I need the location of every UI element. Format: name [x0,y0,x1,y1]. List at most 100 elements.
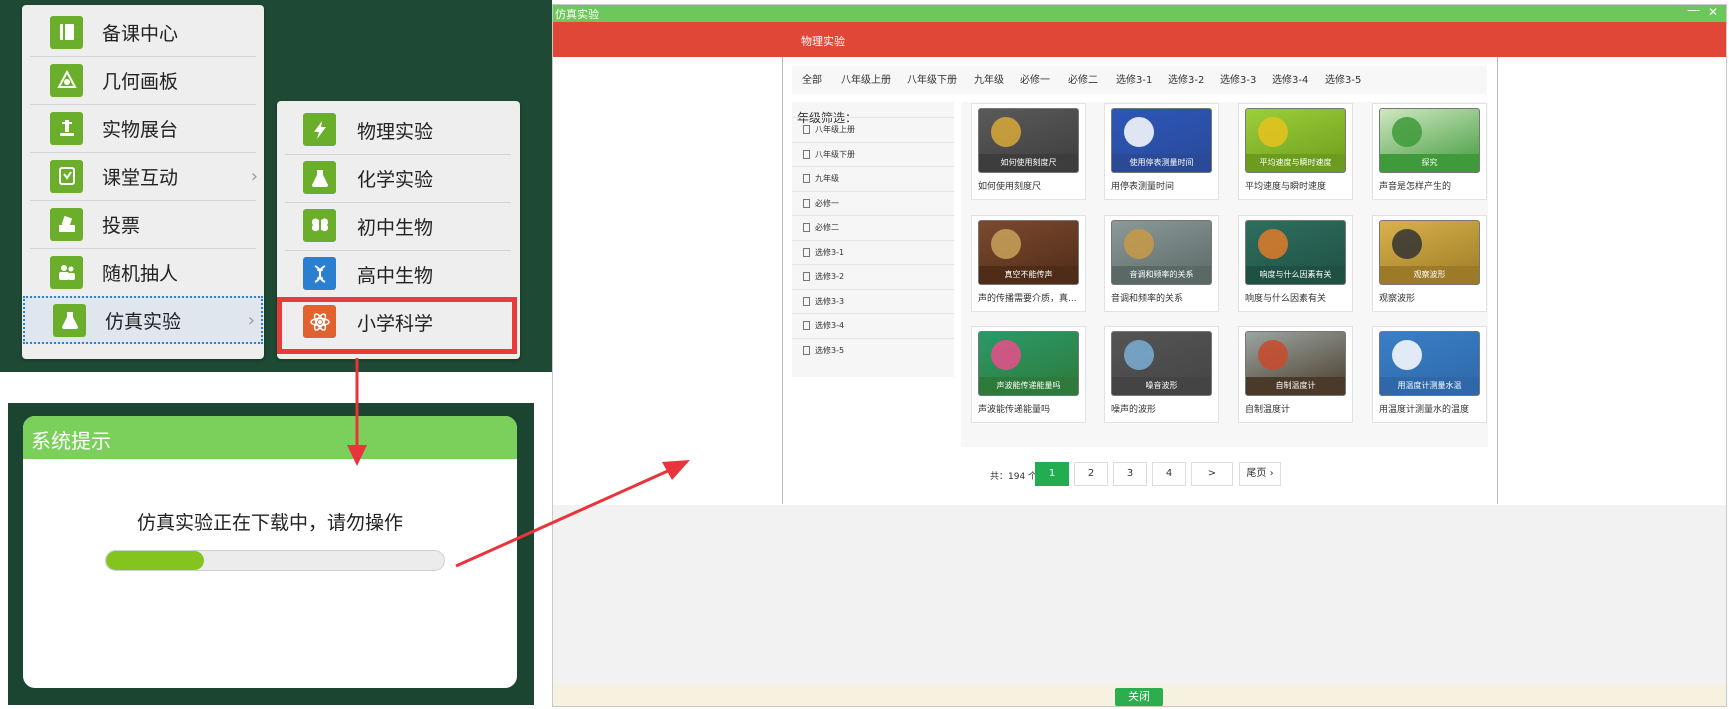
submenu-item[interactable]: 物理实验 [277,106,520,154]
menu-item-label: 仿真实验 [105,310,182,333]
grade-tab[interactable]: 九年级 [974,71,1004,86]
menu-item[interactable]: 实物展台 [22,104,264,152]
grade-filter-label: 八年级下册 [815,149,855,159]
lightning-icon [303,113,336,146]
flask-icon-glyph [61,312,78,329]
experiment-title: 响度与什么因素有关 [1245,294,1327,304]
page-button[interactable]: 4 [1152,462,1186,486]
grade-tab[interactable]: 八年级下册 [907,71,957,86]
butterfly-icon [303,209,336,242]
window-close-button[interactable]: ✕ [1708,5,1718,19]
grade-filter-item[interactable]: 九年级 [792,166,954,190]
grade-filter-item[interactable]: 选修3-1 [792,239,954,264]
experiment-thumbnail: 平均速度与瞬时速度 [1245,108,1346,173]
grade-filter-label: 九年级 [815,174,839,183]
experiment-card[interactable]: 如何使用刻度尺 如何使用刻度尺 [971,103,1086,200]
grade-tab[interactable]: 必修二 [1068,71,1098,86]
minimize-button[interactable]: — [1687,3,1700,18]
experiment-thumbnail: 如何使用刻度尺 [978,108,1079,173]
experiment-thumbnail: 用温度计测量水温 [1379,331,1480,396]
close-button[interactable]: 关闭 [1115,688,1163,706]
people-icon-glyph [58,265,75,280]
grade-tab[interactable]: 全部 [802,71,822,86]
menu-item[interactable]: 备课中心 [22,8,264,56]
experiment-card[interactable]: 自制温度计 自制温度计 [1238,326,1353,423]
experiment-title: 平均速度与瞬时速度 [1245,182,1327,192]
grade-filter-label: 必修二 [815,223,839,232]
submenu-item[interactable]: 高中生物 [277,250,520,298]
page-button[interactable]: 1 [1035,462,1069,486]
thumbnail-graphic [1258,340,1288,370]
grade-filter-item[interactable]: 选修3-3 [792,288,954,313]
menu-item[interactable]: 几何画板 [22,56,264,104]
book-icon [50,15,83,49]
pagination-total: 共：194 个 [990,472,1038,482]
experiment-card[interactable]: 观察波形 观察波形 [1372,215,1487,312]
menu-item[interactable]: 课堂互动 › [22,152,264,200]
experiment-card[interactable]: 平均速度与瞬时速度 平均速度与瞬时速度 [1238,103,1353,200]
grade-tab[interactable]: 选修3-1 [1116,71,1152,86]
next-page-button[interactable]: > [1191,462,1233,486]
thumbnail-caption: 探究 [1380,154,1479,172]
grade-tab[interactable]: 选修3-5 [1325,71,1361,86]
grade-filter-label: 选修3-4 [815,321,845,330]
grade-filter-item[interactable]: 八年级上册 [792,117,954,141]
experiment-thumbnail: 自制温度计 [1245,331,1346,396]
submenu-item[interactable]: 化学实验 [277,154,520,202]
projector-icon-glyph [59,120,74,136]
experiment-card[interactable]: 探究声音是怎样产生的 [1372,103,1487,200]
vote-icon [50,207,83,241]
thumbnail-graphic [1392,340,1422,370]
grade-tab[interactable]: 选修3-3 [1220,71,1256,86]
grade-filter-item[interactable]: 选修3-5 [792,337,954,362]
menu-item-label: 课堂互动 [102,166,179,189]
grade-filter-item[interactable]: 必修二 [792,215,954,239]
butterfly-icon-glyph [311,217,328,231]
interaction-icon-glyph [58,167,75,185]
document-icon [803,125,810,134]
geometry-icon [50,63,83,97]
thumbnail-graphic [991,340,1021,370]
document-icon [803,321,810,330]
menu-item[interactable]: 仿真实验 › [23,296,263,344]
dna-icon-glyph [313,264,326,283]
experiment-title: 用温度计测量水的温度 [1379,405,1470,415]
grade-filter-item[interactable]: 必修一 [792,190,954,215]
thumbnail-graphic [1392,117,1422,147]
grade-filter-label: 选修3-5 [815,345,845,355]
experiment-thumbnail: 使用停表测量时间 [1111,108,1212,173]
page-button[interactable]: 3 [1113,462,1147,486]
grade-tab[interactable]: 选修3-2 [1168,71,1204,86]
grade-tab[interactable]: 八年级上册 [841,71,891,86]
experiment-card[interactable]: 音调和频率的关系 音调和频率的关系 [1104,215,1219,312]
experiment-title: 声音是怎样产生的 [1379,182,1452,192]
menu-item[interactable]: 投票 [22,200,264,248]
last-page-button[interactable]: 尾页 › [1239,462,1281,486]
thumbnail-caption: 用温度计测量水温 [1380,377,1479,395]
grade-filter-item[interactable]: 选修3-2 [792,264,954,288]
main-menu: 备课中心 几何画板实物展台课堂互动 › 投票 随机抽人 仿真实验 › [22,5,264,359]
submenu-item-label: 物理实验 [357,121,434,143]
grade-tab[interactable]: 必修一 [1020,71,1050,86]
menu-item[interactable]: 随机抽人 [22,248,264,296]
experiment-card[interactable]: 真空不能传声 声的传播需要介质，真... [971,215,1086,312]
experiment-card[interactable]: 噪音波形 噪声的波形 [1104,326,1219,423]
thumbnail-caption: 使用停表测量时间 [1112,154,1211,172]
grade-filter-item[interactable]: 选修3-4 [792,313,954,337]
submenu-item-label: 高中生物 [357,265,434,287]
experiment-thumbnail: 噪音波形 [1111,331,1212,396]
grade-tab[interactable]: 选修3-4 [1272,71,1308,86]
experiment-card[interactable]: 使用停表测量时间 用停表测量时间 [1104,103,1219,200]
system-prompt-dialog: 系统提示 仿真实验正在下载中，请勿操作 [23,416,517,688]
experiment-card[interactable]: 响度与什么因素有关 响度与什么因素有关 [1238,215,1353,312]
window-titlebar [553,5,1726,22]
document-icon [803,247,810,257]
experiment-card[interactable]: 声波能传递能量吗 声波能传递能量吗 [971,326,1086,423]
submenu-item[interactable]: 初中生物 [277,202,520,250]
grade-filter-item[interactable]: 八年级下册 [792,141,954,166]
experiment-title: 如何使用刻度尺 [978,182,1042,192]
experiment-card[interactable]: 用温度计测量水温用温度计测量水的温度 [1372,326,1487,423]
submenu-item-label: 化学实验 [357,169,434,191]
menu-item-label: 实物展台 [102,118,179,141]
page-button[interactable]: 2 [1074,462,1108,486]
